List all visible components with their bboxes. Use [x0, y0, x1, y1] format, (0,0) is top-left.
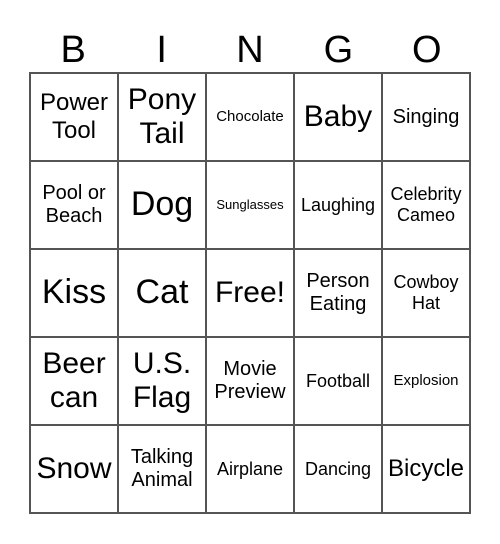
bingo-cell[interactable]: Person Eating: [294, 249, 382, 337]
bingo-cell[interactable]: Bicycle: [382, 425, 470, 513]
bingo-cell[interactable]: Baby: [294, 73, 382, 161]
bingo-cell[interactable]: Laughing: [294, 161, 382, 249]
bingo-grid: Power Tool Pony Tail Chocolate Baby Sing…: [29, 72, 471, 514]
bingo-cell[interactable]: Dog: [118, 161, 206, 249]
bingo-cell[interactable]: U.S. Flag: [118, 337, 206, 425]
bingo-cell[interactable]: Airplane: [206, 425, 294, 513]
header-letter-g: G: [323, 29, 354, 71]
bingo-cell[interactable]: Dancing: [294, 425, 382, 513]
bingo-cell[interactable]: Singing: [382, 73, 470, 161]
bingo-cell[interactable]: Power Tool: [30, 73, 118, 161]
bingo-cell[interactable]: Explosion: [382, 337, 470, 425]
bingo-cell[interactable]: Football: [294, 337, 382, 425]
bingo-cell[interactable]: Sunglasses: [206, 161, 294, 249]
bingo-cell[interactable]: Cowboy Hat: [382, 249, 470, 337]
bingo-cell[interactable]: Kiss: [30, 249, 118, 337]
header-letter-o: O: [412, 29, 442, 71]
bingo-cell[interactable]: Pool or Beach: [30, 161, 118, 249]
bingo-cell[interactable]: Pony Tail: [118, 73, 206, 161]
header-letter-n: N: [236, 29, 264, 71]
bingo-cell[interactable]: Chocolate: [206, 73, 294, 161]
bingo-cell[interactable]: Movie Preview: [206, 337, 294, 425]
bingo-cell[interactable]: Celebrity Cameo: [382, 161, 470, 249]
bingo-cell[interactable]: Cat: [118, 249, 206, 337]
free-space-cell[interactable]: Free!: [206, 249, 294, 337]
header-letter-b: B: [60, 29, 86, 71]
bingo-header: B I N G O: [29, 30, 471, 70]
bingo-cell[interactable]: Talking Animal: [118, 425, 206, 513]
bingo-cell[interactable]: Beer can: [30, 337, 118, 425]
bingo-cell[interactable]: Snow: [30, 425, 118, 513]
header-letter-i: I: [156, 29, 167, 71]
